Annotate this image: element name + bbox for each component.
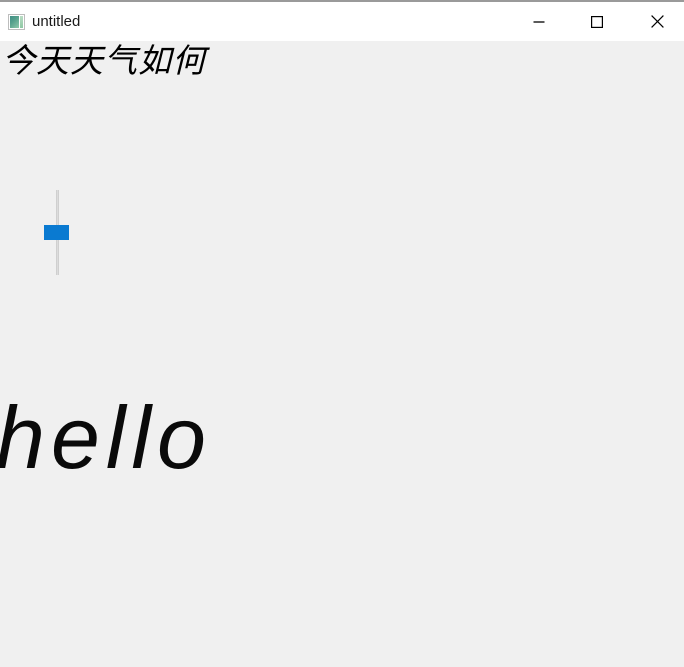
minimize-icon	[533, 16, 545, 28]
app-icon-gradient-square	[10, 16, 19, 28]
vertical-slider[interactable]	[44, 187, 70, 277]
slider-thumb[interactable]	[44, 225, 69, 240]
title-bar[interactable]: untitled	[0, 2, 684, 41]
maximize-button[interactable]	[574, 2, 620, 41]
maximize-icon	[591, 15, 603, 28]
image-app-icon	[8, 14, 25, 30]
content-area: 今天天气如何 hello	[0, 41, 684, 667]
app-window: untitled 今天天气如何 hello	[0, 0, 684, 667]
window-title: untitled	[32, 13, 81, 30]
cjk-heading-label: 今天天气如何	[2, 41, 206, 80]
close-icon	[650, 15, 664, 28]
hello-label: hello	[0, 388, 212, 487]
minimize-button[interactable]	[516, 2, 562, 41]
app-icon-side-bar	[20, 16, 23, 28]
close-button[interactable]	[634, 2, 680, 41]
